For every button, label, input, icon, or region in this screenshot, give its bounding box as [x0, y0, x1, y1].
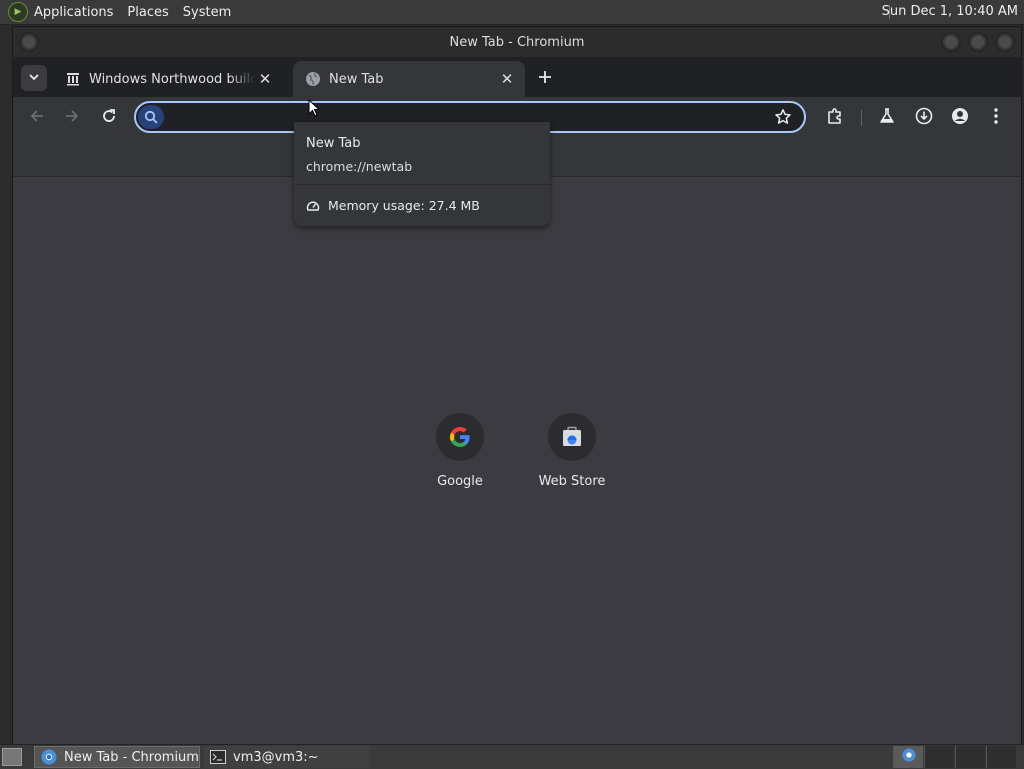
flask-icon: [879, 108, 895, 128]
distro-logo-icon[interactable]: ▶: [8, 2, 28, 22]
tab-close-button[interactable]: ✕: [497, 70, 517, 88]
download-icon: [915, 107, 933, 129]
bank-icon: [65, 71, 81, 87]
search-icon: [138, 105, 164, 129]
maximize-button[interactable]: [968, 32, 988, 52]
google-icon: [436, 413, 484, 461]
new-tab-button[interactable]: [533, 65, 557, 89]
clock[interactable]: Sun Dec 1, 10:40 AM: [882, 4, 1018, 19]
mouse-cursor-icon: [308, 98, 321, 121]
hover-card-memory: Memory usage: 27.4 MB: [306, 198, 480, 213]
workspace-2[interactable]: [924, 746, 954, 768]
tab-search-button[interactable]: [21, 65, 47, 91]
tab-hover-card: New Tab chrome://newtab Memory usage: 27…: [294, 122, 550, 226]
menu-applications[interactable]: Applications: [34, 5, 113, 20]
workspace-1[interactable]: [893, 746, 923, 768]
chromium-icon: [901, 748, 916, 766]
gauge-icon: [306, 199, 320, 213]
back-button[interactable]: [25, 106, 49, 130]
minimize-button[interactable]: [941, 32, 961, 52]
menu-button[interactable]: [984, 106, 1008, 130]
window-titlebar[interactable]: New Tab - Chromium: [13, 27, 1021, 57]
tab-windows-northwood[interactable]: Windows Northwood build 2 ✕: [53, 61, 283, 97]
labs-button[interactable]: [875, 106, 899, 130]
web-store-icon: [548, 413, 596, 461]
task-label: New Tab - Chromium: [64, 749, 199, 765]
globe-icon: [305, 71, 321, 87]
taskbar-item-chromium[interactable]: New Tab - Chromium: [34, 746, 200, 768]
tab-title: Windows Northwood build 2: [89, 71, 255, 87]
shortcut-label: Google: [437, 474, 483, 489]
taskbar-item-terminal[interactable]: vm3@vm3:~: [204, 746, 370, 768]
hover-card-title: New Tab: [306, 136, 361, 151]
taskbar: New Tab - Chromium vm3@vm3:~: [0, 744, 1024, 769]
show-desktop-icon[interactable]: [2, 748, 22, 766]
reload-icon: [101, 108, 117, 128]
workspace-4[interactable]: [986, 746, 1016, 768]
extensions-button[interactable]: [823, 106, 847, 130]
bookmark-star-icon[interactable]: [774, 108, 792, 130]
toolbar-divider: [861, 110, 862, 126]
hover-card-url: chrome://newtab: [306, 159, 413, 174]
task-label: vm3@vm3:~: [233, 749, 319, 765]
arrow-right-icon: [64, 108, 80, 128]
window-title: New Tab - Chromium: [449, 34, 585, 50]
arrow-left-icon: [29, 108, 45, 128]
plus-icon: [539, 67, 551, 88]
downloads-button[interactable]: [912, 106, 936, 130]
profile-button[interactable]: [948, 106, 972, 130]
new-tab-page: Google Web Store: [13, 177, 1021, 745]
menu-places[interactable]: Places: [127, 5, 168, 20]
forward-button[interactable]: [60, 106, 84, 130]
workspace-3[interactable]: [955, 746, 985, 768]
kebab-menu-icon: [994, 108, 998, 128]
shortcut-google[interactable]: Google: [410, 413, 510, 489]
profile-icon: [951, 107, 969, 129]
terminal-icon: [210, 749, 226, 765]
menu-system[interactable]: System: [183, 5, 231, 20]
chromium-icon: [41, 749, 57, 765]
tab-strip: Windows Northwood build 2 ✕ New Tab ✕: [13, 57, 1021, 97]
memory-usage-text: Memory usage: 27.4 MB: [328, 198, 480, 213]
tab-title: New Tab: [329, 71, 384, 87]
top-panel: ▶ Applications Places System Sun Dec 1, …: [0, 0, 1024, 25]
browser-window: New Tab - Chromium Windows Northwood bui…: [12, 26, 1022, 746]
tab-new-tab[interactable]: New Tab ✕: [293, 61, 525, 97]
close-window-button[interactable]: [995, 32, 1015, 52]
tab-close-button[interactable]: ✕: [255, 70, 275, 88]
shortcut-label: Web Store: [538, 474, 606, 489]
puzzle-icon: [826, 107, 844, 129]
window-menu-button[interactable]: [19, 32, 39, 52]
hover-card-divider: [294, 184, 550, 185]
shortcut-web-store[interactable]: Web Store: [522, 413, 622, 489]
chevron-down-icon: [29, 72, 39, 85]
reload-button[interactable]: [97, 106, 121, 130]
